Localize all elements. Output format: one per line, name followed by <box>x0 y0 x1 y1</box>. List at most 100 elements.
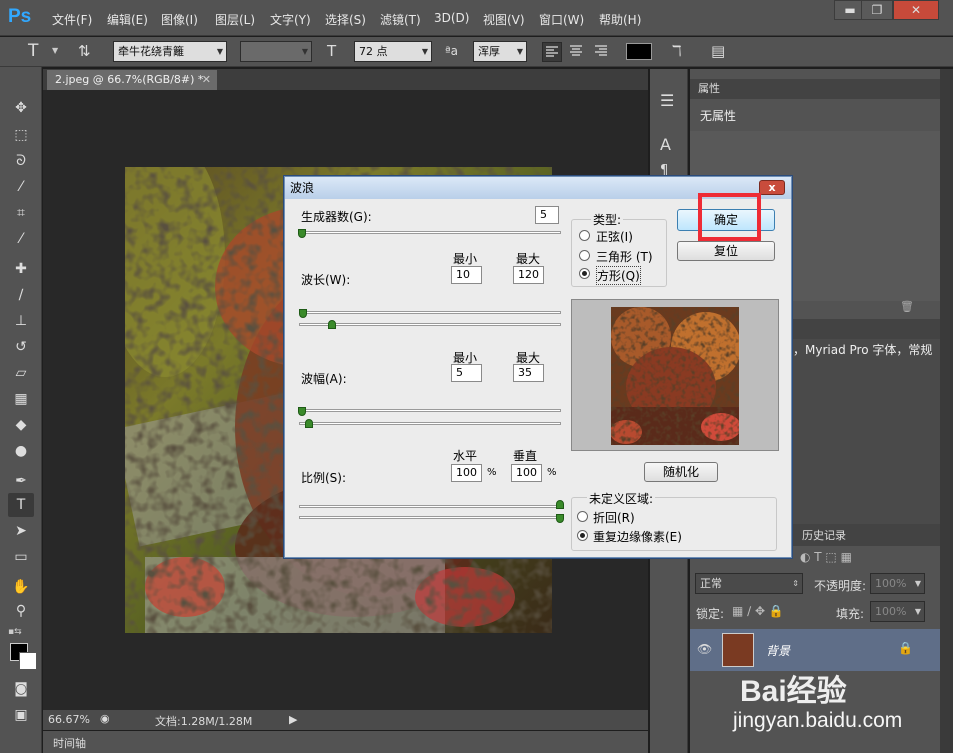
wrap-around-radio[interactable] <box>577 511 588 522</box>
type-square-radio[interactable] <box>579 268 590 279</box>
scale-horizontal-thumb[interactable] <box>556 500 564 509</box>
generators-slider[interactable] <box>299 231 561 234</box>
quick-mask-icon[interactable]: ◙ <box>8 677 34 701</box>
blend-mode-select[interactable]: 正常 ⇕ <box>695 573 803 594</box>
amplitude-max-thumb[interactable] <box>305 419 313 428</box>
layer-name[interactable]: 背景 <box>766 642 790 659</box>
wavelength-max-input[interactable]: 120 <box>513 266 544 284</box>
quick-select-tool-icon[interactable]: ⁄ <box>8 175 34 199</box>
repeat-edge-label[interactable]: 重复边缘像素(E) <box>593 528 682 545</box>
menu-help[interactable]: 帮助(H) <box>599 11 641 28</box>
type-tool-icon[interactable]: T <box>8 493 34 517</box>
gradient-tool-icon[interactable]: ▦ <box>8 387 34 411</box>
wavelength-max-slider[interactable] <box>299 323 561 326</box>
menu-layer[interactable]: 图层(L) <box>215 11 255 28</box>
repeat-edge-radio[interactable] <box>577 530 588 541</box>
dodge-tool-icon[interactable]: ● <box>8 439 34 463</box>
font-family-select[interactable]: 牵牛花绕青籬 ▼ <box>113 41 227 62</box>
type-sine-label[interactable]: 正弦(I) <box>596 228 633 245</box>
align-left-icon[interactable] <box>542 42 562 62</box>
history-panel-icon[interactable]: ☰ <box>660 91 674 110</box>
menu-window[interactable]: 窗口(W) <box>539 11 584 28</box>
visibility-eye-icon[interactable]: 👁 <box>697 642 712 656</box>
preview-area[interactable] <box>571 299 779 451</box>
layer-filter-icons[interactable]: ◐ T ⬚ ▦ <box>800 550 852 564</box>
text-color-swatch[interactable] <box>626 43 652 60</box>
close-tab-icon[interactable]: ✕ <box>202 70 211 90</box>
background-color-swatch[interactable] <box>19 652 37 670</box>
zoom-tool-icon[interactable]: ⚲ <box>8 599 34 623</box>
crop-tool-icon[interactable]: ⌗ <box>8 201 34 225</box>
font-size-select[interactable]: 72 点 ▼ <box>354 41 432 62</box>
properties-tab[interactable]: 属性 <box>690 82 720 95</box>
warp-text-icon[interactable]: ℸ <box>672 42 682 60</box>
menu-edit[interactable]: 编辑(E) <box>107 11 148 28</box>
healing-brush-tool-icon[interactable]: ✚ <box>8 257 34 281</box>
text-orientation-icon[interactable]: ⇅ <box>78 42 91 60</box>
document-tab[interactable]: 2.jpeg @ 66.7%(RGB/8#) * ✕ <box>47 70 217 90</box>
restore-button[interactable]: ❐ <box>861 0 893 20</box>
type-triangle-label[interactable]: 三角形 (T) <box>596 248 653 265</box>
right-scrollbar[interactable] <box>940 69 953 753</box>
amplitude-min-slider[interactable] <box>299 409 561 412</box>
antialias-select[interactable]: 浑厚 ▼ <box>473 41 527 62</box>
scale-vertical-thumb[interactable] <box>556 514 564 523</box>
wavelength-min-slider[interactable] <box>299 311 561 314</box>
marquee-tool-icon[interactable]: ⬚ <box>8 123 34 147</box>
menu-view[interactable]: 视图(V) <box>483 11 525 28</box>
lasso-tool-icon[interactable]: ᘐ <box>8 149 34 173</box>
wavelength-min-input[interactable]: 10 <box>451 266 482 284</box>
trash-icon[interactable]: 🗑 <box>900 300 914 313</box>
randomize-button[interactable]: 随机化 <box>644 462 718 482</box>
menu-select[interactable]: 选择(S) <box>325 11 366 28</box>
scale-horizontal-input[interactable]: 100 <box>451 464 482 482</box>
amplitude-max-slider[interactable] <box>299 422 561 425</box>
window-close-button[interactable]: ✕ <box>893 0 939 20</box>
screen-mode-icon[interactable]: ▣ <box>8 703 34 727</box>
wrap-around-label[interactable]: 折回(R) <box>593 509 635 526</box>
status-icon[interactable]: ◉ <box>100 712 110 725</box>
lock-icons[interactable]: ▦ ∕ ✥ 🔒 <box>732 604 784 618</box>
stamp-tool-icon[interactable]: ⊥ <box>8 309 34 333</box>
type-tool-preset-icon[interactable]: T <box>28 41 38 61</box>
reset-button[interactable]: 复位 <box>677 241 775 261</box>
brush-tool-icon[interactable]: ∕ <box>8 283 34 307</box>
menu-file[interactable]: 文件(F) <box>52 11 92 28</box>
character-panel-icon[interactable]: A <box>660 135 671 154</box>
dialog-close-button[interactable]: x <box>759 180 785 195</box>
status-arrow-icon[interactable]: ▶ <box>289 713 297 726</box>
amplitude-min-thumb[interactable] <box>298 407 306 416</box>
layer-row[interactable]: 👁 背景 🔒 <box>690 629 940 671</box>
history-brush-tool-icon[interactable]: ↺ <box>8 335 34 359</box>
menu-type[interactable]: 文字(Y) <box>270 11 311 28</box>
type-sine-radio[interactable] <box>579 230 590 241</box>
pen-tool-icon[interactable]: ✒ <box>8 469 34 493</box>
default-colors-icon[interactable]: ▪⇆ <box>8 627 22 637</box>
timeline-tab[interactable]: 时间轴 <box>53 735 86 751</box>
generators-input[interactable]: 5 <box>535 206 559 224</box>
type-triangle-radio[interactable] <box>579 250 590 261</box>
align-right-icon[interactable] <box>592 42 612 62</box>
scale-horizontal-slider[interactable] <box>299 505 561 508</box>
zoom-level[interactable]: 66.67% <box>48 713 90 726</box>
align-center-icon[interactable] <box>567 42 587 62</box>
fill-field[interactable]: 100% ▼ <box>870 601 925 622</box>
chevron-down-icon[interactable]: ▼ <box>52 46 58 55</box>
menu-filter[interactable]: 滤镜(T) <box>380 11 421 28</box>
amplitude-min-input[interactable]: 5 <box>451 364 482 382</box>
wavelength-min-thumb[interactable] <box>299 309 307 318</box>
hand-tool-icon[interactable]: ✋ <box>8 575 34 599</box>
type-square-label[interactable]: 方形(Q) <box>596 266 641 285</box>
eraser-tool-icon[interactable]: ▱ <box>8 361 34 385</box>
scale-vertical-input[interactable]: 100 <box>511 464 542 482</box>
move-tool-icon[interactable]: ✥ <box>8 96 34 120</box>
blur-tool-icon[interactable]: ◆ <box>8 413 34 437</box>
history-tab[interactable]: 历史记录 <box>802 527 846 543</box>
font-style-select[interactable]: ▼ <box>240 41 312 62</box>
rectangle-tool-icon[interactable]: ▭ <box>8 545 34 569</box>
wavelength-max-thumb[interactable] <box>328 320 336 329</box>
generators-slider-thumb[interactable] <box>298 229 306 238</box>
opacity-field[interactable]: 100% ▼ <box>870 573 925 594</box>
menu-image[interactable]: 图像(I) <box>161 11 198 28</box>
eyedropper-tool-icon[interactable]: ⁄ <box>8 227 34 251</box>
